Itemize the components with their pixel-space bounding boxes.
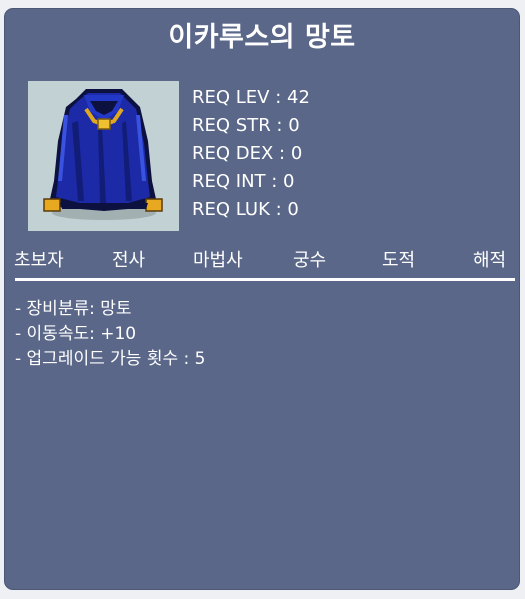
- job-beginner: 초보자: [14, 250, 64, 271]
- item-name: 이카루스의 망토: [168, 22, 356, 53]
- divider: [15, 278, 515, 281]
- requirements-list: REQ LEV : 42 REQ STR : 0 REQ DEX : 0 REQ…: [192, 84, 310, 224]
- req-luk: REQ LUK : 0: [192, 199, 299, 220]
- req-str: REQ STR : 0: [192, 115, 300, 136]
- job-magician: 마법사: [193, 250, 243, 271]
- blue-cape-icon: [43, 89, 163, 220]
- stat-speed: - 이동속도: +10: [15, 324, 137, 344]
- req-dex: REQ DEX : 0: [192, 143, 303, 164]
- job-thief: 도적: [382, 250, 416, 271]
- req-level: REQ LEV : 42: [192, 87, 310, 108]
- stat-upgrade-slots: - 업그레이드 가능 횟수 : 5: [15, 349, 206, 369]
- item-tooltip: 이카루스의 망토 REQ LEV : 42 REQ STR: 0 REQ DE…: [4, 8, 520, 590]
- job-list: 초보자 전사 마법사 궁수 도적 해적: [12, 246, 516, 272]
- job-bowman: 궁수: [293, 250, 327, 271]
- item-stats: - 장비분류: 망토 - 이동속도: +10 - 업그레이드 가능 횟수 : 5: [15, 297, 205, 372]
- stat-equip-category: - 장비분류: 망토: [15, 299, 132, 319]
- job-pirate: 해적: [473, 250, 507, 271]
- job-warrior: 전사: [112, 250, 146, 271]
- req-int: REQ INT : 0: [192, 171, 295, 192]
- item-icon-frame: [28, 81, 179, 231]
